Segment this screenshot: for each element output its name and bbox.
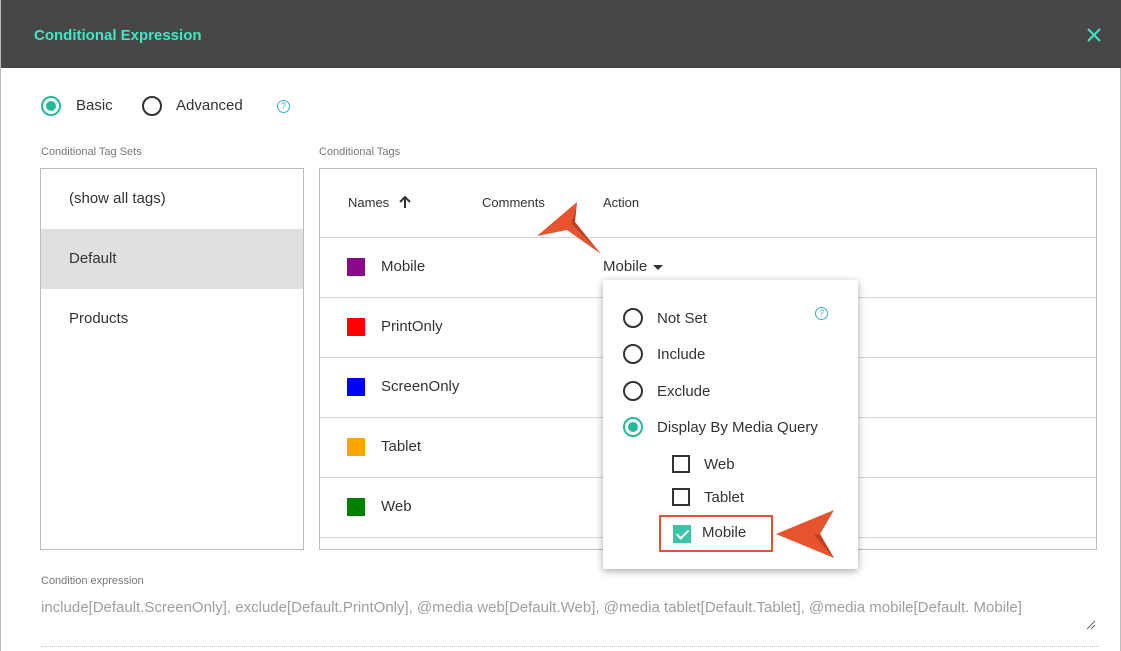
action-value: Mobile	[603, 258, 648, 275]
tags-label: Conditional Tags	[319, 146, 401, 158]
highlight-box	[659, 515, 773, 552]
tag-set-list: (show all tags) Default Products	[40, 168, 304, 550]
tag-name: PrintOnly	[381, 318, 443, 335]
names-header-label: Names	[348, 195, 390, 210]
include-radio[interactable]	[623, 344, 643, 364]
media-query-radio[interactable]	[623, 417, 643, 437]
close-icon[interactable]	[1082, 23, 1106, 47]
tablet-checkbox[interactable]	[672, 488, 690, 506]
tag-color-swatch	[347, 378, 365, 396]
include-label[interactable]: Include	[657, 346, 705, 363]
names-column-header[interactable]: Names	[348, 195, 411, 210]
dialog: Conditional Expression Basic Advanced ? …	[0, 0, 1121, 651]
web-label[interactable]: Web	[704, 456, 735, 473]
table-header: Names Comments Action	[320, 169, 1096, 238]
exclude-label[interactable]: Exclude	[657, 383, 710, 400]
tag-color-swatch	[347, 438, 365, 456]
condition-label: Condition expression	[41, 575, 144, 587]
dialog-title: Conditional Expression	[34, 27, 202, 44]
caret-down-icon	[653, 264, 664, 270]
tag-sets-label: Conditional Tag Sets	[41, 146, 142, 158]
condition-expression[interactable]: include[Default.ScreenOnly], exclude[Def…	[41, 597, 1101, 619]
tag-name: Tablet	[381, 438, 422, 455]
question-circle-icon[interactable]: ?	[815, 307, 828, 320]
tag-name: Web	[381, 498, 412, 515]
comments-column-header[interactable]: Comments	[482, 195, 545, 210]
tag-color-swatch	[347, 258, 365, 276]
exclude-radio[interactable]	[623, 381, 643, 401]
tag-color-swatch	[347, 318, 365, 336]
arrow-up-icon	[399, 195, 411, 208]
action-dropdown[interactable]: Mobile	[603, 258, 664, 275]
not-set-label[interactable]: Not Set	[657, 310, 707, 327]
action-column-header[interactable]: Action	[603, 195, 639, 210]
basic-radio[interactable]	[41, 96, 61, 116]
tablet-label[interactable]: Tablet	[704, 489, 744, 506]
media-query-label[interactable]: Display By Media Query	[657, 419, 818, 436]
question-circle-icon[interactable]: ?	[277, 100, 290, 113]
callout-arrow-icon	[776, 510, 834, 558]
resize-handle-icon[interactable]	[1084, 618, 1096, 630]
web-checkbox[interactable]	[672, 455, 690, 473]
tag-set-item[interactable]: Products	[41, 289, 303, 349]
advanced-radio[interactable]	[142, 96, 162, 116]
callout-arrow-icon	[537, 202, 601, 254]
not-set-radio[interactable]	[623, 308, 643, 328]
tag-set-item[interactable]: Default	[41, 229, 303, 289]
tag-set-item[interactable]: (show all tags)	[41, 169, 303, 229]
advanced-label[interactable]: Advanced	[176, 97, 243, 114]
divider	[41, 646, 1099, 647]
tag-name: Mobile	[381, 258, 426, 275]
tag-color-swatch	[347, 498, 365, 516]
tag-name: ScreenOnly	[381, 378, 460, 395]
basic-label[interactable]: Basic	[76, 97, 113, 114]
dialog-titlebar: Conditional Expression	[1, 0, 1121, 68]
